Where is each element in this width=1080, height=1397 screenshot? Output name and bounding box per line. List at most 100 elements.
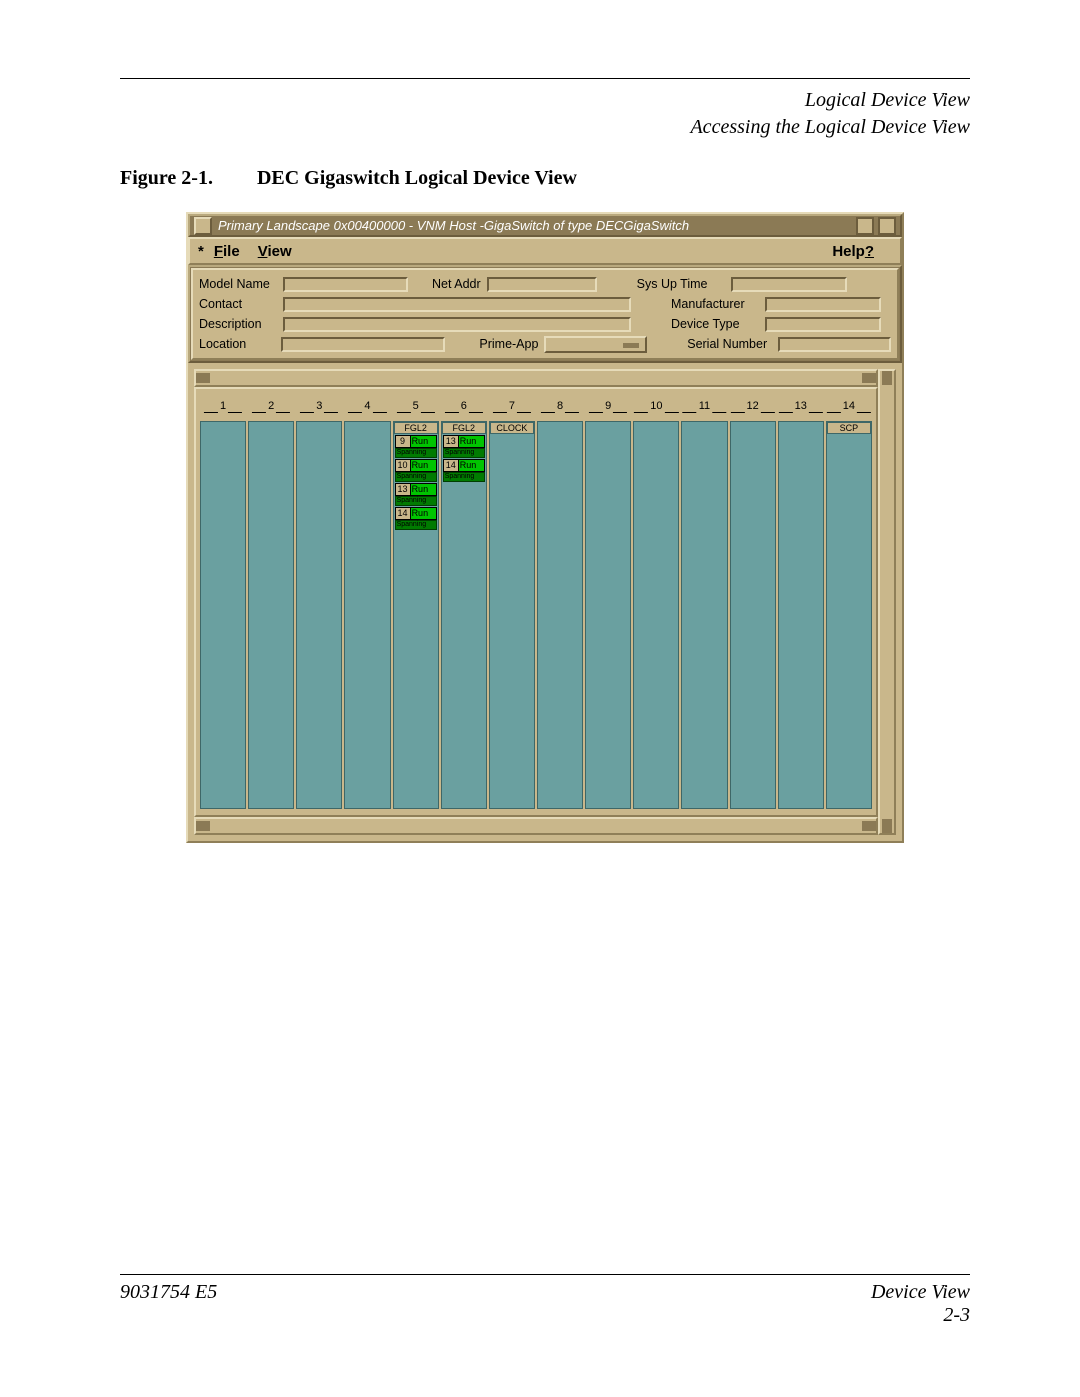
slot-number: 8 [557, 400, 563, 412]
footer-right-bottom: 2-3 [943, 1304, 970, 1326]
menu-file[interactable]: File [214, 243, 240, 260]
slot-12[interactable]: 12 [730, 421, 776, 809]
footer-left: 9031754 E5 [120, 1281, 217, 1327]
port-number: 9 [396, 436, 411, 447]
slot-6[interactable]: 6FGL213RunSpanning14RunSpanning [441, 421, 487, 809]
port-number: 13 [396, 484, 411, 495]
port[interactable]: 10Run [395, 459, 437, 472]
slot-8[interactable]: 8 [537, 421, 583, 809]
footer-right-top: Device View [871, 1281, 970, 1303]
figure-title: DEC Gigaswitch Logical Device View [257, 167, 577, 190]
chassis-area: 12345FGL29RunSpanning10RunSpanning13RunS… [188, 363, 902, 841]
scrollbar-right[interactable] [878, 369, 896, 835]
slot-number: 5 [413, 400, 419, 412]
slot-14[interactable]: 14SCP [826, 421, 872, 809]
slot-2[interactable]: 2 [248, 421, 294, 809]
port[interactable]: 13Run [443, 435, 485, 448]
header-rule [120, 78, 970, 79]
slot-13[interactable]: 13 [778, 421, 824, 809]
header-section: Logical Device View [120, 87, 970, 114]
scroll-down-icon[interactable] [882, 819, 892, 833]
slot-4[interactable]: 4 [344, 421, 390, 809]
label-description: Description [199, 317, 277, 331]
window-minimize-button[interactable] [856, 217, 874, 235]
card-label: CLOCK [490, 422, 534, 434]
window-maximize-button[interactable] [878, 217, 896, 235]
port-status: Run [411, 460, 436, 471]
label-location: Location [199, 337, 275, 351]
label-prime-app: Prime-App [479, 337, 538, 351]
port-spanning: Spanning [443, 448, 485, 458]
port-status: Run [459, 436, 484, 447]
field-manufacturer[interactable] [765, 297, 881, 312]
field-contact[interactable] [283, 297, 631, 312]
port-number: 13 [444, 436, 459, 447]
titlebar: Primary Landscape 0x00400000 - VNM Host … [188, 214, 902, 237]
scroll-right-icon[interactable] [862, 373, 876, 383]
slot-number: 10 [650, 400, 662, 412]
label-model-name: Model Name [199, 277, 277, 291]
info-panel: Model Name Net Addr Sys Up Time Contact … [191, 268, 899, 360]
slot-number: 6 [461, 400, 467, 412]
port[interactable]: 9Run [395, 435, 437, 448]
slot-7[interactable]: 7CLOCK [489, 421, 535, 809]
port-status: Run [459, 460, 484, 471]
field-model-name[interactable] [283, 277, 408, 292]
chassis: 12345FGL29RunSpanning10RunSpanning13RunS… [194, 387, 878, 817]
slot-number: 11 [699, 400, 710, 412]
scrollbar-bottom[interactable] [194, 817, 878, 835]
slot-number: 12 [746, 400, 758, 412]
port-number: 10 [396, 460, 411, 471]
slot-number: 4 [364, 400, 370, 412]
slot-number: 2 [268, 400, 274, 412]
label-device-type: Device Type [671, 317, 759, 331]
scroll-left-icon[interactable] [196, 373, 210, 383]
port-status: Run [411, 436, 436, 447]
page-footer: 9031754 E5 Device View 2-3 [120, 1274, 970, 1327]
field-net-addr[interactable] [487, 277, 597, 292]
label-contact: Contact [199, 297, 277, 311]
menubar: * File View Help? [188, 237, 902, 265]
scroll-up-icon[interactable] [882, 371, 892, 385]
port-number: 14 [396, 508, 411, 519]
field-device-type[interactable] [765, 317, 881, 332]
card-label: SCP [827, 422, 871, 434]
slot-number: 14 [843, 400, 855, 412]
slot-3[interactable]: 3 [296, 421, 342, 809]
field-location[interactable] [281, 337, 446, 352]
app-window: Primary Landscape 0x00400000 - VNM Host … [186, 212, 904, 843]
card-label: FGL2 [394, 422, 438, 434]
info-panel-outer: Model Name Net Addr Sys Up Time Contact … [188, 265, 902, 363]
slot-5[interactable]: 5FGL29RunSpanning10RunSpanning13RunSpann… [393, 421, 439, 809]
port-spanning: Spanning [443, 472, 485, 482]
field-serial-number[interactable] [778, 337, 891, 352]
header-subsection: Accessing the Logical Device View [120, 114, 970, 141]
label-manufacturer: Manufacturer [671, 297, 759, 311]
slot-number: 7 [509, 400, 515, 412]
scroll-right-icon[interactable] [862, 821, 876, 831]
slot-9[interactable]: 9 [585, 421, 631, 809]
port-status: Run [411, 484, 436, 495]
slot-10[interactable]: 10 [633, 421, 679, 809]
field-description[interactable] [283, 317, 631, 332]
menu-help[interactable]: Help? [832, 243, 874, 260]
select-prime-app[interactable] [544, 336, 647, 353]
slot-11[interactable]: 11 [681, 421, 727, 809]
port[interactable]: 13Run [395, 483, 437, 496]
slot-1[interactable]: 1 [200, 421, 246, 809]
port-number: 14 [444, 460, 459, 471]
scroll-left-icon[interactable] [196, 821, 210, 831]
window-title: Primary Landscape 0x00400000 - VNM Host … [212, 216, 856, 235]
menu-star[interactable]: * [198, 243, 204, 260]
field-sys-up-time[interactable] [731, 277, 847, 292]
port[interactable]: 14Run [395, 507, 437, 520]
slot-number: 9 [605, 400, 611, 412]
figure-number: Figure 2-1. [120, 167, 213, 190]
window-menu-button[interactable] [194, 217, 212, 235]
scrollbar-top[interactable] [194, 369, 878, 387]
port[interactable]: 14Run [443, 459, 485, 472]
menu-view[interactable]: View [258, 243, 292, 260]
card-label: FGL2 [442, 422, 486, 434]
port-spanning: Spanning [395, 448, 437, 458]
slot-number: 3 [316, 400, 322, 412]
